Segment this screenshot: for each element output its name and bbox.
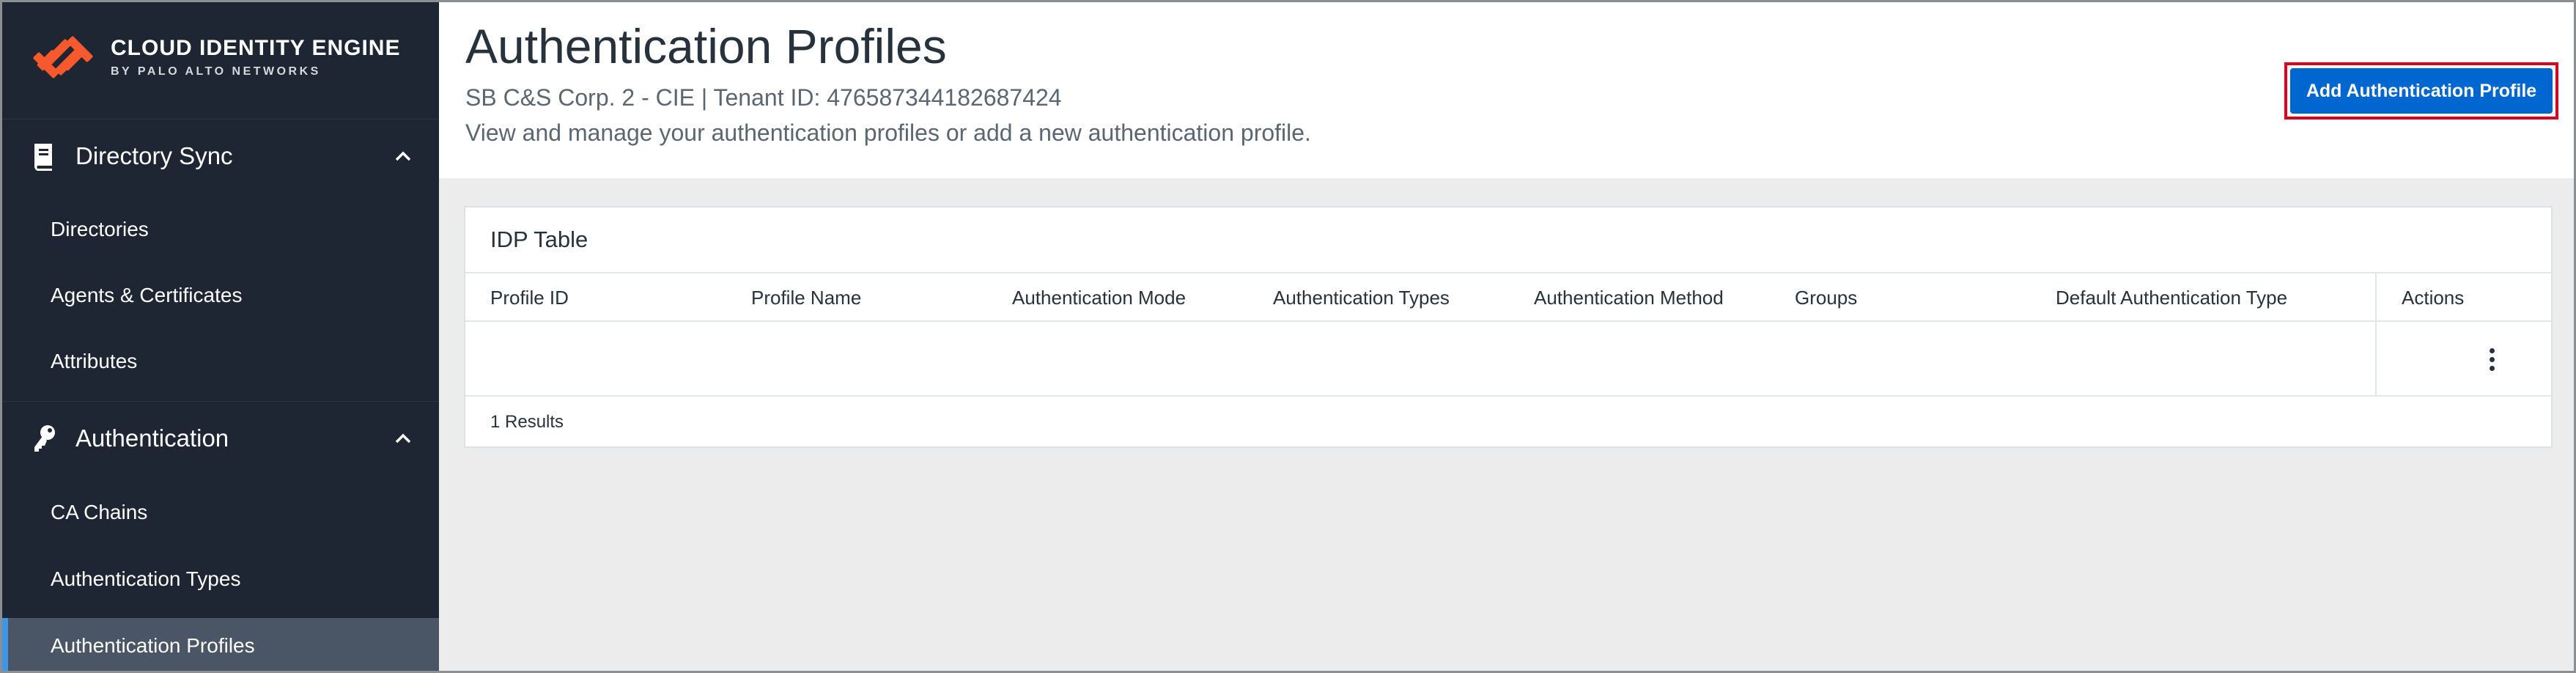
- brand-title: CLOUD IDENTITY ENGINE: [111, 36, 401, 60]
- page-title: Authentication Profiles: [465, 19, 947, 73]
- column-header-profile-name[interactable]: Profile Name: [751, 273, 861, 322]
- add-authentication-profile-button[interactable]: Add Authentication Profile: [2290, 68, 2553, 114]
- sidebar-section-authentication[interactable]: Authentication: [2, 401, 439, 474]
- palo-alto-logo-icon: [33, 36, 93, 78]
- sidebar-item-label: Directories: [51, 218, 149, 240]
- sidebar-item-label: Authentication Types: [51, 567, 241, 590]
- sidebar: CLOUD IDENTITY ENGINE BY PALO ALTO NETWO…: [2, 2, 439, 671]
- actions-column-divider: [2375, 273, 2377, 397]
- sidebar-item-agents-certificates[interactable]: Agents & Certificates: [2, 268, 439, 323]
- column-header-actions: Actions: [2402, 286, 2465, 309]
- sidebar-item-directories[interactable]: Directories: [2, 202, 439, 257]
- sidebar-item-label: Attributes: [51, 350, 138, 372]
- chevron-up-icon[interactable]: [395, 433, 411, 444]
- sidebar-item-label: Authentication Profiles: [51, 634, 255, 657]
- table-title: IDP Table: [465, 207, 2551, 273]
- table-row[interactable]: [465, 322, 2551, 397]
- highlight-box: Add Authentication Profile: [2284, 62, 2558, 119]
- book-icon: [34, 143, 52, 171]
- key-icon: [34, 424, 55, 452]
- sidebar-item-label: Agents & Certificates: [51, 284, 243, 306]
- brand-subtitle: BY PALO ALTO NETWORKS: [111, 65, 321, 78]
- column-header-authentication-mode[interactable]: Authentication Mode: [1012, 273, 1186, 322]
- column-header-profile-id[interactable]: Profile ID: [490, 273, 569, 322]
- column-header-authentication-types[interactable]: Authentication Types: [1273, 273, 1450, 322]
- column-header-groups[interactable]: Groups: [1795, 273, 1857, 322]
- sidebar-item-authentication-profiles[interactable]: Authentication Profiles: [2, 618, 439, 671]
- page-header: Authentication Profiles SB C&S Corp. 2 -…: [439, 2, 2574, 178]
- row-actions-kebab-icon[interactable]: [2481, 338, 2503, 380]
- sidebar-item-authentication-types[interactable]: Authentication Types: [2, 551, 439, 607]
- table-header-row: Profile ID Profile Name Authentication M…: [465, 273, 2551, 322]
- sidebar-item-label: CA Chains: [51, 501, 148, 523]
- sidebar-section-label: Authentication: [75, 424, 229, 452]
- column-header-default-authentication-type[interactable]: Default Authentication Type: [2056, 273, 2287, 322]
- results-count: 1 Results: [490, 412, 564, 432]
- idp-table-card: IDP Table Profile ID Profile Name Authen…: [464, 206, 2553, 448]
- brand[interactable]: CLOUD IDENTITY ENGINE BY PALO ALTO NETWO…: [2, 2, 439, 112]
- sidebar-item-attributes[interactable]: Attributes: [2, 334, 439, 389]
- sidebar-item-ca-chains[interactable]: CA Chains: [2, 485, 439, 540]
- app-window: CLOUD IDENTITY ENGINE BY PALO ALTO NETWO…: [0, 0, 2576, 673]
- tenant-info: SB C&S Corp. 2 - CIE | Tenant ID: 476587…: [465, 84, 1062, 111]
- chevron-up-icon[interactable]: [395, 151, 411, 161]
- sidebar-section-directory-sync[interactable]: Directory Sync: [2, 119, 439, 192]
- page-description: View and manage your authentication prof…: [465, 119, 1311, 146]
- column-header-authentication-method[interactable]: Authentication Method: [1534, 273, 1724, 322]
- sidebar-section-label: Directory Sync: [75, 141, 233, 169]
